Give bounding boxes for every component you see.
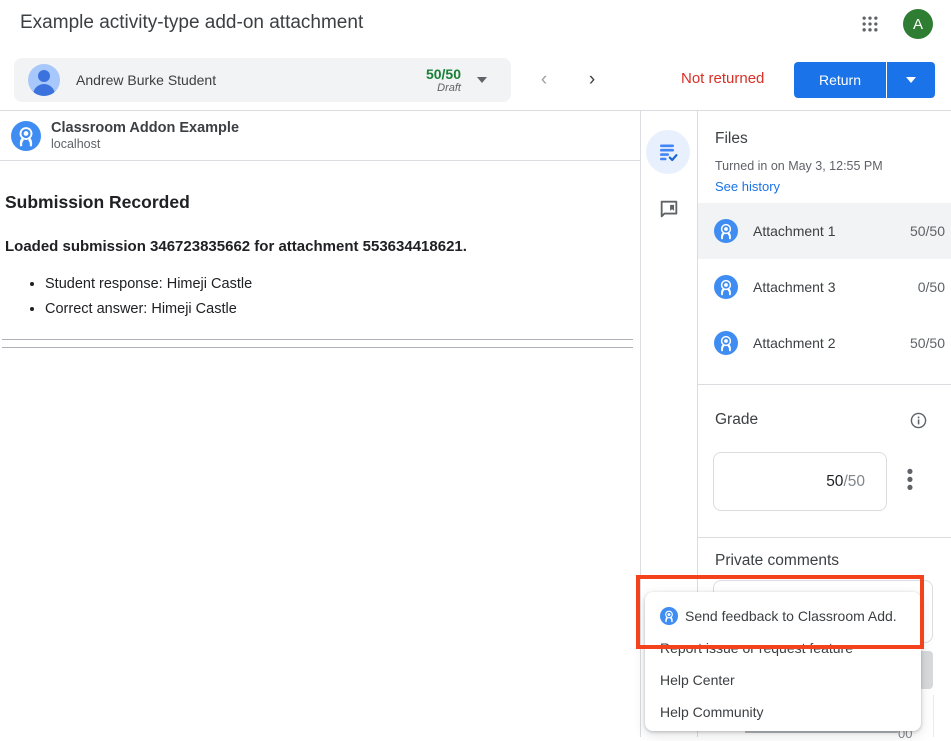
grade-more-options-icon[interactable]: ••• (901, 469, 919, 495)
turned-in-status: Turned in on May 3, 12:55 PM (715, 159, 883, 173)
apps-grid-icon[interactable] (858, 12, 882, 36)
classroom-addon-icon (714, 219, 738, 243)
menu-item-label: Help Community (660, 704, 763, 720)
menu-item-send-feedback[interactable]: Send feedback to Classroom Add. (645, 600, 921, 632)
student-grade-summary: 50/50 Draft (426, 66, 461, 95)
page-title: Example activity-type add-on attachment (20, 12, 363, 34)
comments-tool-button[interactable] (658, 198, 680, 220)
student-grade-score: 50/50 (426, 66, 461, 82)
attachment-row[interactable]: Attachment 3 0/50 (698, 259, 951, 315)
info-icon[interactable] (910, 412, 927, 429)
attachment-name: Attachment 2 (753, 335, 910, 351)
addon-app-host: localhost (51, 137, 239, 153)
status-badge: Not returned (681, 70, 764, 87)
menu-item-label: Report issue or request feature (660, 640, 853, 656)
attachment-score: 50/50 (910, 223, 945, 239)
next-student-button[interactable]: › (580, 68, 604, 92)
student-name: Andrew Burke Student (76, 72, 426, 88)
grade-input[interactable]: 50/50 (713, 452, 887, 511)
classroom-addon-icon (11, 121, 41, 151)
private-comments-title: Private comments (715, 552, 839, 570)
account-avatar[interactable]: A (903, 9, 933, 39)
chevron-down-icon (477, 77, 487, 83)
menu-item-report-issue[interactable]: Report issue or request feature (645, 632, 921, 664)
files-section-title: Files (715, 130, 748, 148)
grade-value: 50 (826, 473, 843, 491)
see-history-link[interactable]: See history (715, 179, 780, 194)
return-button-group: Return (794, 62, 935, 98)
comment-bookmark-icon (658, 198, 680, 220)
grading-icon (656, 140, 680, 164)
grade-section-title: Grade (715, 411, 758, 429)
attachment-score: 0/50 (918, 279, 945, 295)
classroom-addon-icon (660, 607, 678, 625)
attachment-name: Attachment 1 (753, 223, 910, 239)
grading-tool-button[interactable] (646, 130, 690, 174)
attachment-score: 50/50 (910, 335, 945, 351)
submission-loaded-line: Loaded submission 346723835662 for attac… (5, 238, 467, 255)
previous-student-button[interactable]: ‹ (532, 68, 556, 92)
content-divider (2, 339, 633, 340)
help-popup-menu: Send feedback to Classroom Add. Report i… (645, 592, 921, 731)
menu-item-label: Help Center (660, 672, 735, 688)
clipped-edge-line (933, 695, 934, 737)
content-divider (2, 347, 633, 348)
addon-iframe-region: Classroom Addon Example localhost Submis… (0, 111, 641, 737)
attachment-row[interactable]: Attachment 2 50/50 (698, 315, 951, 371)
menu-item-label: Send feedback to Classroom Add. (685, 608, 897, 624)
submission-detail-list: Student response: Himeji Castle Correct … (5, 276, 252, 326)
classroom-addon-icon (714, 331, 738, 355)
list-item: Student response: Himeji Castle (45, 276, 252, 292)
submission-heading: Submission Recorded (5, 192, 190, 213)
return-dropdown-button[interactable] (886, 62, 935, 98)
menu-item-help-center[interactable]: Help Center (645, 664, 921, 696)
menu-item-help-community[interactable]: Help Community (645, 696, 921, 728)
student-avatar-icon (28, 64, 60, 96)
attachment-name: Attachment 3 (753, 279, 918, 295)
classroom-addon-icon (714, 275, 738, 299)
chevron-down-icon (906, 77, 916, 83)
section-divider (698, 537, 951, 538)
section-divider (698, 384, 951, 385)
addon-app-name: Classroom Addon Example (51, 119, 239, 137)
apps-grid-glyph (860, 14, 880, 34)
student-grade-state: Draft (426, 82, 461, 95)
grade-max: /50 (843, 473, 865, 491)
list-item: Correct answer: Himeji Castle (45, 301, 252, 317)
return-button[interactable]: Return (794, 62, 886, 98)
attachment-row[interactable]: Attachment 1 50/50 (698, 203, 951, 259)
student-selector[interactable]: Andrew Burke Student 50/50 Draft (14, 58, 511, 102)
addon-header: Classroom Addon Example localhost (0, 111, 640, 161)
